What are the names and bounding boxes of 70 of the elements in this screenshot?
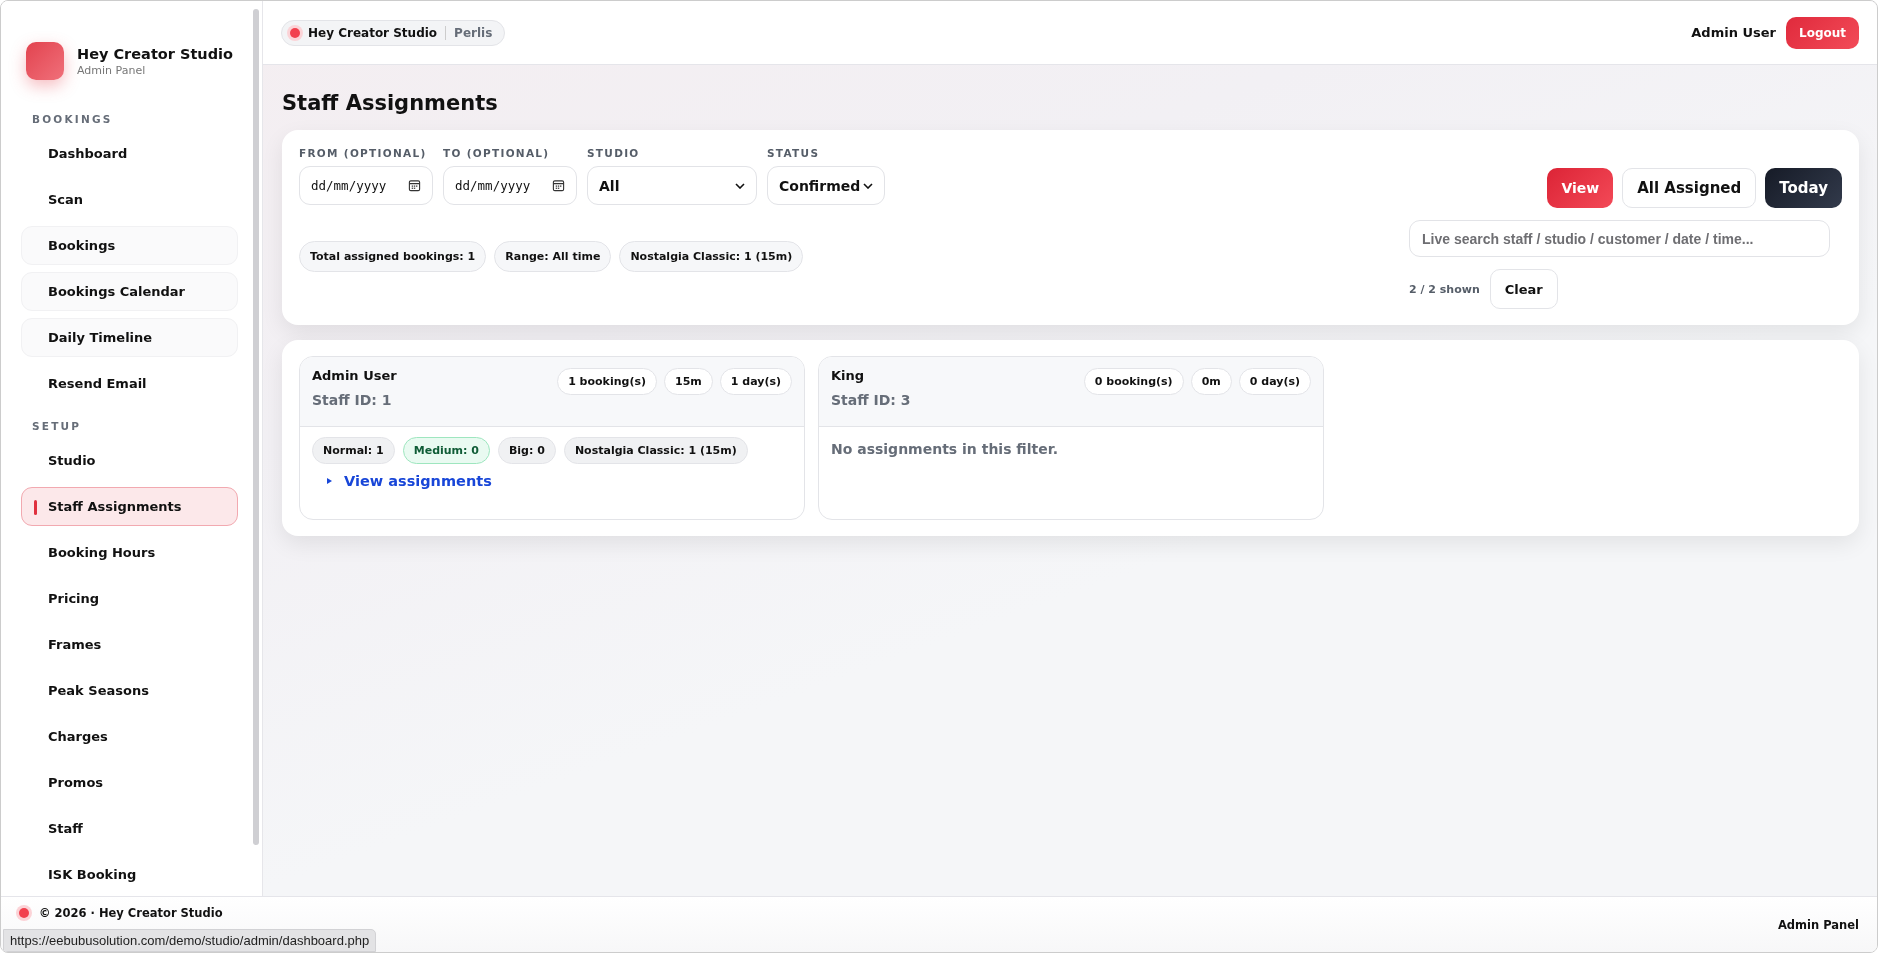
logout-button[interactable]: Logout — [1786, 16, 1859, 49]
stat-chip: 0m — [1190, 368, 1232, 395]
status-dot-icon — [290, 27, 300, 38]
search-field[interactable]: Live search staff / studio / customer / date / time... — [1409, 220, 1830, 257]
result-count: 2 / 2 shown — [1409, 282, 1480, 296]
date-field[interactable]: dd/mm/yyyy — [299, 166, 433, 205]
size-chip: Nostalgia Classic: 1 (15m) — [563, 437, 748, 464]
chevron-down-icon — [863, 182, 873, 189]
section-heading: BOOKINGS — [31, 112, 114, 127]
field-label: STUDIO — [587, 147, 641, 159]
dropdown[interactable]: Confirmed — [767, 166, 885, 205]
sidebar-item[interactable]: Bookings — [21, 226, 238, 265]
size-chip: Normal: 1 — [312, 437, 395, 464]
stat-chip: 1 day(s) — [719, 368, 792, 395]
size-chip: Medium: 0 — [402, 437, 490, 464]
summary-chip: Nostalgia Classic: 1 (15m) — [619, 241, 804, 272]
sidebar-item[interactable]: Dashboard — [21, 134, 238, 173]
stat-chip: 1 booking(s) — [557, 368, 657, 395]
sidebar-item[interactable]: Scan — [21, 180, 238, 219]
clear-button[interactable]: Clear — [1489, 269, 1558, 309]
logo-icon — [26, 42, 64, 80]
empty-message: No assignments in this filter. — [831, 441, 1059, 457]
view-assignments-link[interactable]: View assignments — [327, 473, 792, 489]
calendar-icon[interactable] — [408, 179, 421, 192]
sidebar-item[interactable]: Bookings Calendar — [21, 272, 238, 311]
filter-button[interactable]: Today — [1765, 168, 1842, 208]
summary-chip: Total assigned bookings: 1 — [299, 241, 487, 272]
field-label: FROM (OPTIONAL) — [299, 147, 428, 159]
stat-chip: 0 booking(s) — [1083, 368, 1184, 395]
field-label: STATUS — [767, 147, 821, 159]
sidebar-item[interactable]: Charges — [21, 717, 238, 756]
status-url: https://eebubusolution.com/demo/studio/admin/dashboard.php — [3, 929, 377, 952]
studio-name: Hey Creator Studio — [308, 25, 438, 40]
sidebar-item[interactable]: Staff Assignments — [21, 487, 238, 526]
staff-id: Staff ID: 1 — [312, 392, 393, 408]
copyright-text: © 2026 · Hey Creator Studio — [39, 906, 223, 920]
sidebar-item[interactable]: Resend Email — [21, 364, 238, 403]
sidebar-item[interactable]: Pricing — [21, 579, 238, 618]
section-heading: SETUP — [31, 419, 83, 434]
field-label: TO (OPTIONAL) — [443, 147, 551, 159]
date-field[interactable]: dd/mm/yyyy — [443, 166, 577, 205]
calendar-icon[interactable] — [552, 179, 565, 192]
caret-icon — [327, 478, 332, 484]
stat-chip: 15m — [664, 368, 713, 395]
footer-label: Admin Panel — [1777, 918, 1859, 932]
sidebar-item[interactable]: Daily Timeline — [21, 318, 238, 357]
studio-location: Perlis — [454, 25, 493, 40]
sidebar-item[interactable]: Booking Hours — [21, 533, 238, 572]
stat-chip: 0 day(s) — [1238, 368, 1311, 395]
sidebar-item[interactable]: Peak Seasons — [21, 671, 238, 710]
sidebar-item[interactable]: ISK Booking — [21, 855, 238, 894]
filter-button[interactable]: View — [1547, 168, 1614, 208]
app-subtitle: Admin Panel — [77, 63, 147, 77]
scrollbar[interactable] — [253, 9, 259, 845]
sidebar-item[interactable]: Staff — [21, 809, 238, 848]
status-dot-icon — [19, 908, 29, 918]
app-title: Hey Creator Studio — [77, 45, 233, 62]
staff-name: Admin User — [312, 368, 397, 383]
size-chip: Big: 0 — [497, 437, 556, 464]
summary-chip: Range: All time — [494, 241, 612, 272]
sidebar-item[interactable]: Frames — [21, 625, 238, 664]
user-name: Admin User — [1691, 25, 1776, 40]
sidebar-item[interactable]: Promos — [21, 763, 238, 802]
sidebar-item[interactable]: Studio — [21, 441, 238, 480]
dropdown[interactable]: All — [587, 166, 757, 205]
staff-id: Staff ID: 3 — [831, 392, 911, 408]
chevron-down-icon — [735, 182, 745, 189]
page-title: Staff Assignments — [282, 91, 499, 115]
staff-name: King — [831, 368, 866, 383]
filter-button[interactable]: All Assigned — [1622, 168, 1757, 208]
